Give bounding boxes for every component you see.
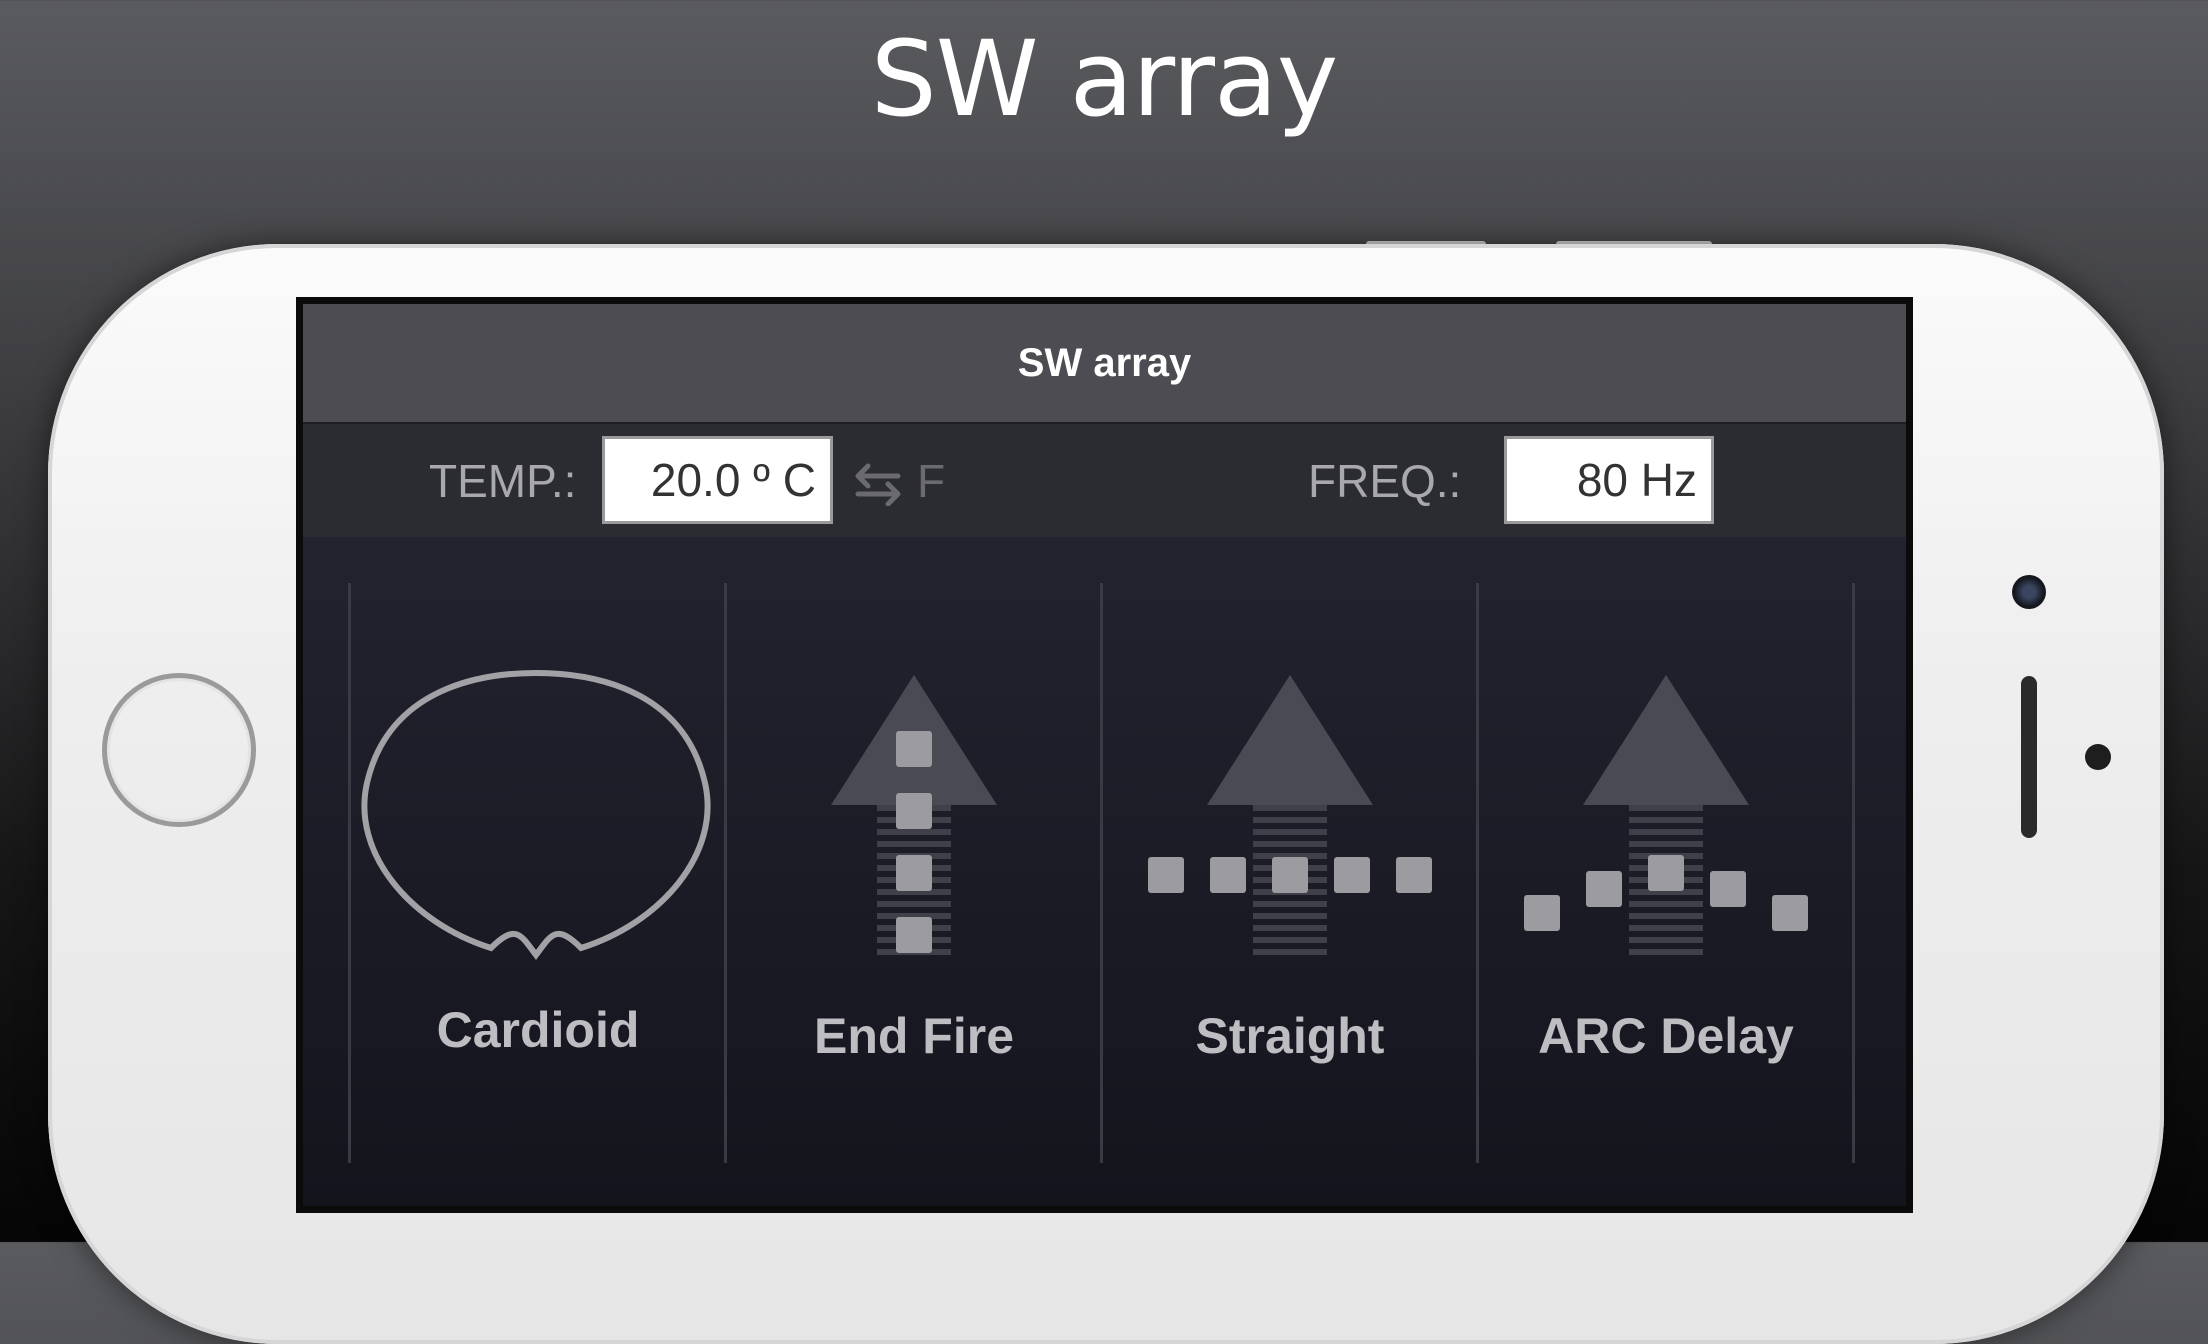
- mode-label: End Fire: [813, 1008, 1015, 1064]
- unit-swap-icon[interactable]: [854, 462, 902, 517]
- mode-arc-delay[interactable]: ARC Delay: [1479, 583, 1853, 1163]
- front-camera: [2012, 575, 2046, 609]
- mode-label: Cardioid: [436, 1002, 640, 1058]
- arc-delay-icon: [1524, 675, 1808, 955]
- freq-label: FREQ.:: [1308, 455, 1462, 507]
- straight-array-icon: [1148, 675, 1432, 955]
- settings-bar: TEMP.: 20.0 º C F FREQ.: 80 Hz: [303, 422, 1906, 539]
- home-button[interactable]: [102, 673, 256, 827]
- mode-straight[interactable]: Straight: [1103, 583, 1477, 1163]
- mode-label: ARC Delay: [1538, 1008, 1794, 1064]
- temp-input[interactable]: 20.0 º C: [602, 436, 833, 524]
- cardioid-pattern-icon: [361, 669, 711, 961]
- temp-label: TEMP.:: [429, 455, 577, 507]
- app-title: SW array: [1017, 340, 1192, 385]
- end-fire-icon: [831, 675, 997, 955]
- app-screen: SW array TEMP.: 20.0 º C F FREQ.: 80 Hz …: [296, 297, 1913, 1213]
- nav-title-bar: SW array: [303, 304, 1906, 422]
- proximity-sensor: [2085, 744, 2111, 770]
- mode-cardioid[interactable]: Cardioid: [351, 583, 725, 1163]
- freq-input[interactable]: 80 Hz: [1504, 436, 1714, 524]
- promo-headline: SW array: [870, 18, 1339, 140]
- mode-end-fire[interactable]: End Fire: [727, 583, 1101, 1163]
- mode-panel: Cardioid End Fire Straight ARC Delay: [303, 537, 1906, 1206]
- fahrenheit-toggle[interactable]: F: [917, 454, 945, 508]
- speaker-grille: [2021, 676, 2037, 838]
- mode-label: Straight: [1195, 1008, 1385, 1064]
